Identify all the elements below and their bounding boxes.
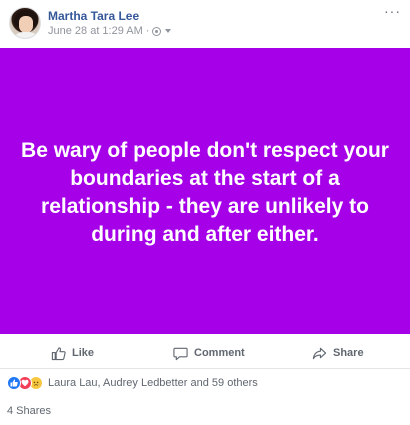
like-reaction-glyph — [10, 379, 18, 387]
like-button[interactable]: Like — [51, 343, 94, 363]
reactions-summary[interactable]: Laura Lau, Audrey Ledbetter and 59 other… — [0, 374, 410, 392]
like-label: Like — [72, 347, 95, 359]
globe-icon[interactable] — [152, 26, 162, 36]
share-arrow-icon — [312, 347, 327, 359]
post-header: Martha Tara Lee June 28 at 1:29 AM · ··· — [0, 0, 410, 48]
avatar-face — [19, 16, 33, 33]
text-post-background: Be wary of people don't respect your bou… — [0, 48, 410, 334]
post-actions-bar: Like Comment Share — [0, 337, 410, 369]
thumbs-up-icon — [51, 346, 66, 360]
comment-button[interactable]: Comment — [173, 343, 245, 363]
share-button[interactable]: Share — [312, 343, 364, 363]
meta-separator: · — [145, 25, 150, 37]
author-name[interactable]: Martha Tara Lee — [48, 9, 139, 23]
comment-icon — [173, 347, 188, 360]
sad-face-glyph — [33, 381, 39, 386]
post-card: Martha Tara Lee June 28 at 1:29 AM · ···… — [0, 0, 410, 425]
post-meta: June 28 at 1:29 AM · — [48, 25, 172, 37]
avatar-shirt — [13, 32, 39, 38]
chevron-down-icon[interactable] — [165, 29, 172, 33]
like-icon — [7, 376, 21, 390]
heart-glyph — [21, 379, 29, 387]
reactions-text[interactable]: Laura Lau, Audrey Ledbetter and 59 other… — [48, 377, 258, 389]
share-label: Share — [333, 347, 364, 359]
avatar[interactable] — [9, 7, 41, 39]
more-options-button[interactable]: ··· — [384, 4, 401, 18]
post-timestamp[interactable]: June 28 at 1:29 AM — [48, 25, 143, 37]
shares-count[interactable]: 4 Shares — [7, 405, 51, 417]
comment-label: Comment — [194, 347, 245, 359]
post-text: Be wary of people don't respect your bou… — [21, 139, 389, 246]
